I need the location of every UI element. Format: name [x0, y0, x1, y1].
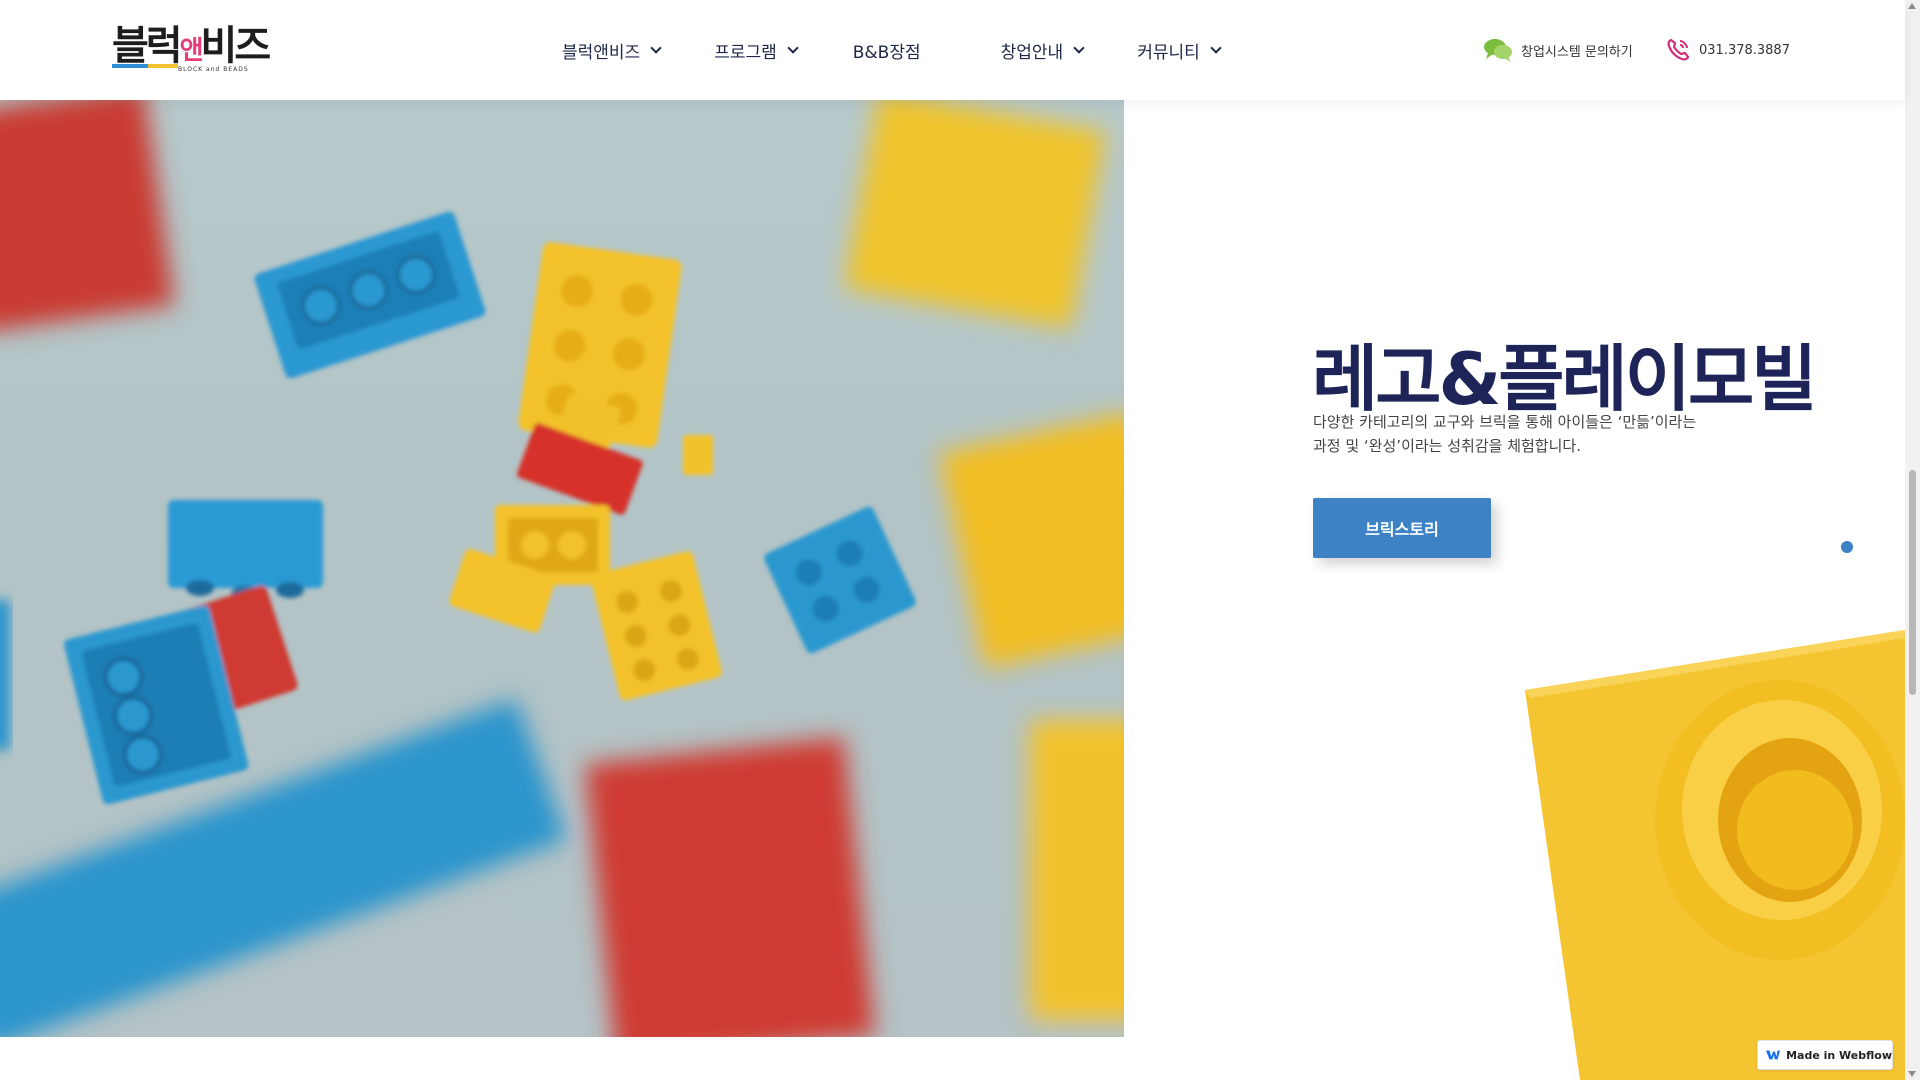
nav-item-blockandbeads[interactable]: 블럭앤비즈	[562, 38, 662, 63]
nav-item-label: 블럭앤비즈	[562, 42, 641, 63]
inquiry-label: 창업시스템 문의하기	[1521, 44, 1633, 60]
chat-bubble-icon	[1484, 39, 1512, 62]
chevron-down-icon	[1210, 41, 1222, 54]
phone-link[interactable]: 031.378.3887	[1665, 0, 1790, 100]
hero-description-line: 과정 및 ‘완성’이라는 성취감을 체험합니다.	[1313, 437, 1581, 455]
brick-story-button[interactable]: 브릭스토리	[1313, 498, 1491, 558]
inquiry-link[interactable]: 창업시스템 문의하기	[1483, 0, 1633, 100]
brand-logo[interactable]: 블럭앤비즈 BLOCK and BEADS	[112, 26, 271, 74]
nav-item-community[interactable]: 커뮤니티	[1137, 38, 1222, 63]
logo-accent-bar-yellow	[148, 64, 178, 68]
scroll-down-arrow-icon[interactable]	[1908, 1071, 1916, 1077]
hero-description: 다양한 카테고리의 교구와 브릭을 통해 아이들은 ‘만듦’이라는 과정 및 ‘…	[1313, 410, 1733, 458]
nav-item-label: B&B장점	[852, 42, 921, 63]
logo-accent-bar-blue	[112, 64, 148, 68]
yellow-brick-decoration	[1525, 630, 1905, 1080]
nav-item-label: 프로그램	[714, 42, 777, 63]
nav-item-advantages[interactable]: B&B장점	[853, 38, 921, 63]
hero-description-line: 다양한 카테고리의 교구와 브릭을 통해 아이들은 ‘만듦’이라는	[1313, 413, 1697, 431]
webflow-logo-icon	[1766, 1050, 1781, 1060]
phone-number: 031.378.3887	[1699, 42, 1790, 58]
chevron-down-icon	[787, 41, 799, 54]
lego-bricks-illustration	[0, 100, 1124, 1037]
nav-item-startup[interactable]: 창업안내	[1000, 38, 1085, 63]
nav-item-label: 커뮤니티	[1137, 42, 1200, 63]
nav-item-program[interactable]: 프로그램	[714, 38, 799, 63]
chevron-down-icon	[650, 41, 662, 54]
nav-item-label: 창업안내	[1000, 42, 1064, 63]
webflow-badge-label: Made in Webflow	[1786, 1048, 1892, 1062]
main-nav: 블럭앤비즈 프로그램 B&B장점 창업안내 커뮤니티	[562, 0, 1222, 100]
made-in-webflow-badge[interactable]: Made in Webflow	[1757, 1040, 1893, 1070]
scroll-up-arrow-icon[interactable]	[1908, 3, 1916, 9]
hero-image-flying-bricks	[0, 100, 1124, 1037]
site-header: 블럭앤비즈 BLOCK and BEADS 블럭앤비즈 프로그램 B&B장점 창…	[0, 0, 1905, 100]
phone-icon	[1667, 38, 1690, 61]
slider-dot-indicator[interactable]	[1841, 541, 1853, 553]
logo-subtitle: BLOCK and BEADS	[178, 66, 249, 73]
chevron-down-icon	[1073, 41, 1085, 54]
scrollbar-thumb[interactable]	[1909, 470, 1916, 695]
page-scrollbar[interactable]	[1905, 0, 1920, 1080]
